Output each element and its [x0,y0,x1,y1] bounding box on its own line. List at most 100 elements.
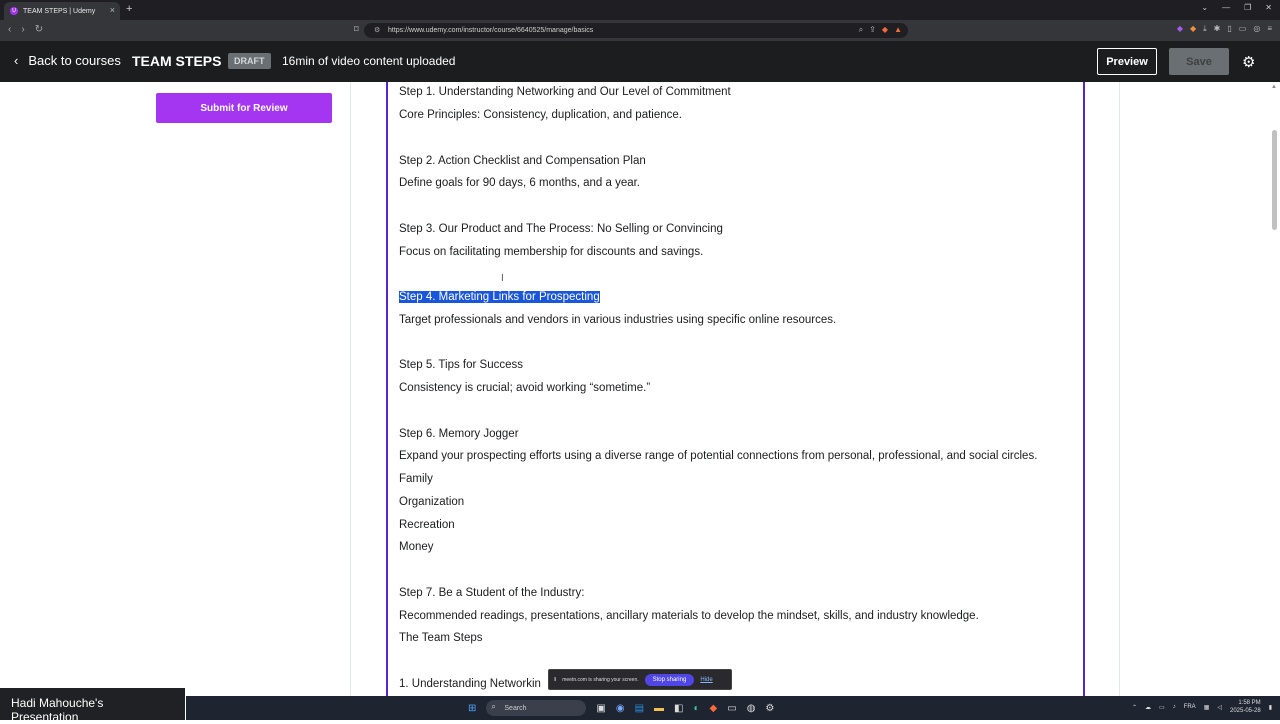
extension-icon[interactable]: ◆ [1190,24,1196,34]
wallet-icon[interactable]: ▭ [1239,24,1247,34]
language-indicator[interactable]: FRA [1184,704,1196,710]
tab-title: TEAM STEPS | Udemy [23,7,96,15]
vpn-icon[interactable]: ◎ [1253,24,1260,34]
windows-start-icon[interactable]: ⊞ [468,703,476,714]
url-actions: ⌕ ⇪ ◆ ▲ [859,25,902,35]
address-bar-row: ‹ › ↻ ⌑ ⚙ https://www.udemy.com/instruct… [0,20,1280,41]
url-field[interactable]: ⚙ https://www.udemy.com/instructor/cours… [364,23,908,38]
site-info-icon[interactable]: ⚙ [374,26,380,34]
screen-share-bar: ⦀ meetn.com is sharing your screen. Stop… [548,669,732,690]
editor-line: Step 5. Tips for Success [399,359,524,371]
scrollbar-thumb[interactable] [1272,130,1277,230]
back-label: Back to courses [28,53,121,68]
steam-icon[interactable]: ◍ [747,703,756,714]
editor-line: Money [399,541,434,553]
selected-text: Step 4. Marketing Links for Prospecting [399,291,600,303]
menu-icon[interactable]: ≡ [1267,24,1272,34]
save-button[interactable]: Save [1169,48,1229,75]
editor-line: Step 1. Understanding Networking and Our… [399,86,731,98]
scroll-up-icon[interactable]: ▲ [1271,84,1277,90]
extension-icon[interactable]: ◆ [1177,24,1183,34]
editor-line: Family [399,473,433,485]
system-tray: ⌃ ☁ ▭ ♪ FRA ▦ ◁ 1:58 PM 2025-05-28 ▮ [1132,699,1272,715]
editor-line: Recreation [399,519,455,531]
text-cursor-icon: I [501,273,504,284]
editor-line: Target professionals and vendors in vari… [399,314,837,326]
editor-line: Organization [399,496,465,508]
tab-search-icon[interactable]: ⌄ [1201,3,1208,12]
close-window-icon[interactable]: ✕ [1265,3,1272,12]
back-to-courses-link[interactable]: ‹ Back to courses [14,53,121,68]
browser-tab[interactable]: U TEAM STEPS | Udemy × [4,2,120,20]
extensions-icon[interactable]: ✱ [1214,24,1221,34]
editor-line: Step 3. Our Product and The Process: No … [399,223,723,235]
copilot-icon[interactable]: ◉ [616,703,625,714]
download-icon[interactable]: ⤓ [1203,24,1207,34]
mic-icon[interactable]: ♪ [1173,704,1176,710]
browser-tab-bar: U TEAM STEPS | Udemy × + ⌄ — ❐ ✕ [0,0,1280,20]
store-icon[interactable]: ◧ [674,703,683,714]
clock[interactable]: 1:58 PM 2025-05-28 [1230,699,1261,715]
editor-line: The Team Steps [399,632,483,644]
nav-buttons: ‹ › ↻ [8,24,43,35]
editor-line: Recommended readings, presentations, anc… [399,610,979,622]
search-icon: ⌕ [491,702,496,711]
udemy-favicon-icon: U [10,7,18,15]
presenter-label: Hadi Mahouche's Presentation [0,688,185,724]
network-icon[interactable]: ▦ [1204,704,1210,711]
editor-line: Focus on facilitating membership for dis… [399,246,704,258]
tab-close-icon[interactable]: × [110,5,115,15]
settings-icon[interactable]: ⚙ [765,703,774,714]
status-badge: DRAFT [228,53,271,69]
battery-icon[interactable]: ▭ [1159,704,1165,711]
zoom-icon[interactable]: ⌕ [859,25,863,35]
hide-link[interactable]: Hide [700,677,712,683]
chevron-left-icon: ‹ [14,53,19,68]
gear-icon[interactable]: ⚙ [1242,53,1255,71]
file-explorer-icon[interactable]: ▬ [654,703,664,714]
brave-shield-icon[interactable]: ◆ [882,25,888,35]
task-view-icon[interactable]: ▣ [596,703,605,714]
outlook-icon[interactable]: ▤ [635,703,644,714]
sidebar-icon[interactable]: ▯ [1227,24,1231,34]
editor-line: 1. Understanding Networkin [399,678,541,690]
course-title: TEAM STEPS [132,53,222,69]
taskbar-search[interactable]: ⌕ Search [486,700,587,716]
clock-time: 1:58 PM [1238,700,1261,706]
drag-handle-icon[interactable]: ⦀ [554,677,556,683]
cloud-icon[interactable]: ☁ [1145,704,1151,711]
editor-line: Core Principles: Consistency, duplicatio… [399,109,682,121]
search-placeholder: Search [504,704,527,712]
minimize-icon[interactable]: — [1222,3,1230,12]
editor-line: Step 7. Be a Student of the Industry: [399,587,585,599]
back-icon[interactable]: ‹ [8,24,11,35]
bookmark-icon[interactable]: ⌑ [354,24,359,35]
editor-line: Step 6. Memory Jogger [399,428,519,440]
notification-icon[interactable]: ▮ [1269,704,1272,711]
taskbar-icons: ⊞ ⌕ Search ▣ ◉ ▤ ▬ ◧ ◐ ◆ ▭ ◍ ⚙ [468,700,774,716]
video-content-info: 16min of video content uploaded [282,54,456,68]
new-tab-icon[interactable]: + [126,3,132,15]
volume-icon[interactable]: ◁ [1217,704,1222,711]
editor-line: Consistency is crucial; avoid working “s… [399,382,651,394]
editor-line: Expand your prospecting efforts using a … [399,450,1038,462]
brave-icon[interactable]: ◆ [710,703,718,714]
app-icon[interactable]: ▭ [727,703,736,714]
edge-icon[interactable]: ◐ [693,703,699,714]
share-icon[interactable]: ⇪ [869,25,876,35]
brave-rewards-icon[interactable]: ▲ [894,25,902,35]
preview-button[interactable]: Preview [1097,48,1157,75]
clock-date: 2025-05-28 [1229,708,1261,714]
extension-icons: ◆ ◆ ⤓ ✱ ▯ ▭ ◎ ≡ [1177,24,1272,34]
share-message: meetn.com is sharing your screen. [562,676,639,683]
url-text: https://www.udemy.com/instructor/course/… [388,27,594,34]
submit-for-review-button[interactable]: Submit for Review [156,93,332,123]
forward-icon[interactable]: › [21,24,24,35]
reload-icon[interactable]: ↻ [35,24,43,35]
stop-sharing-button[interactable]: Stop sharing [644,673,695,686]
taskbar: ⊞ ⌕ Search ▣ ◉ ▤ ▬ ◧ ◐ ◆ ▭ ◍ ⚙ ⌃ ☁ ▭ ♪ F… [186,696,1280,720]
course-header: ‹ Back to courses TEAM STEPS DRAFT 16min… [0,41,1280,82]
maximize-icon[interactable]: ❐ [1244,3,1251,12]
chevron-up-icon[interactable]: ⌃ [1132,704,1137,711]
editor-line: Step 2. Action Checklist and Compensatio… [399,155,646,167]
